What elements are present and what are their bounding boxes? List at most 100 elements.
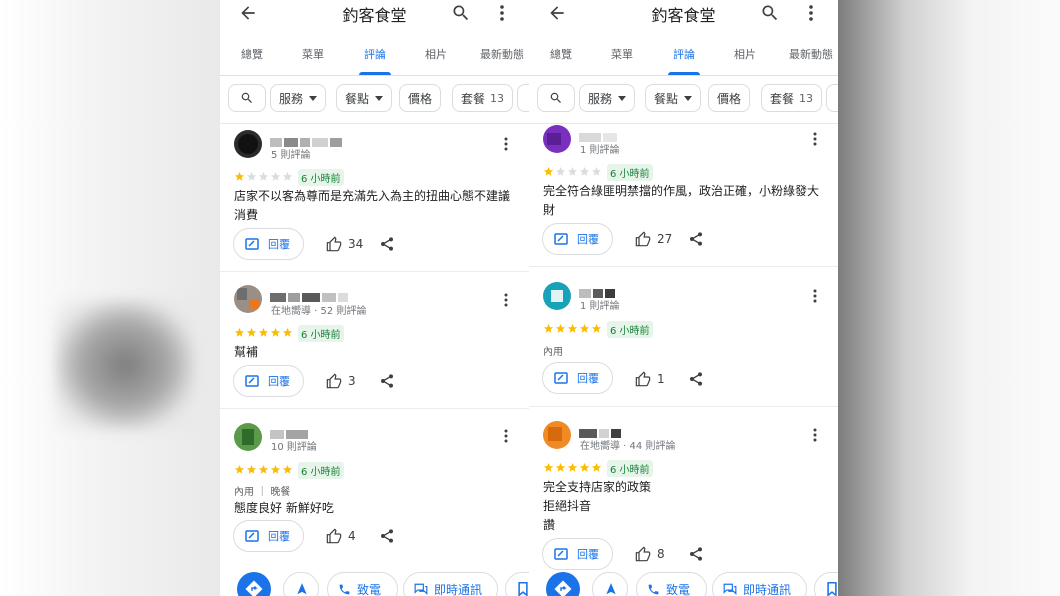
- review-time: 6 小時前: [298, 325, 344, 342]
- like-count: 8: [657, 547, 665, 561]
- chip-set-meal[interactable]: 套餐 13: [452, 84, 514, 112]
- like-button[interactable]: 1: [635, 369, 665, 389]
- reviewer-name-blurred[interactable]: [270, 132, 344, 147]
- star-empty-icon: [567, 166, 578, 176]
- tab-photos[interactable]: 相片: [734, 46, 756, 62]
- like-button[interactable]: 34: [326, 234, 363, 254]
- bottom-action-bar: 致電 即時通訊: [220, 562, 529, 596]
- avatar[interactable]: [543, 282, 571, 310]
- search-reviews-chip[interactable]: [537, 84, 575, 112]
- reply-label: 回覆: [577, 548, 599, 561]
- reviewer-name-blurred[interactable]: [579, 127, 619, 142]
- share-icon[interactable]: [379, 373, 395, 389]
- tab-bar: 總覽 菜單 評論 相片 最新動態: [220, 38, 529, 76]
- star-filled-icon: [246, 327, 257, 337]
- like-button[interactable]: 8: [635, 544, 665, 564]
- chip-more[interactable]: [517, 84, 529, 112]
- reply-button[interactable]: 回覆: [542, 362, 613, 394]
- tab-reviews[interactable]: 評論: [364, 46, 386, 62]
- star-filled-icon: [591, 323, 602, 333]
- tab-photos[interactable]: 相片: [425, 46, 447, 62]
- chip-price[interactable]: 價格: [399, 84, 442, 112]
- more-vert-icon[interactable]: [503, 136, 509, 152]
- chip-price[interactable]: 價格: [708, 84, 751, 112]
- chip-more[interactable]: [826, 84, 838, 112]
- share-icon[interactable]: [688, 546, 704, 562]
- avatar[interactable]: [543, 421, 571, 449]
- divider: [529, 266, 838, 267]
- like-button[interactable]: 27: [635, 229, 672, 249]
- avatar[interactable]: [543, 125, 571, 153]
- tab-reviews[interactable]: 評論: [673, 46, 695, 62]
- reviewer-meta: 在地嚮導 · 44 則評論: [580, 441, 676, 452]
- tab-updates[interactable]: 最新動態: [480, 46, 524, 62]
- chat-icon: [723, 583, 737, 595]
- reviewer-meta: 1 則評論: [580, 145, 620, 156]
- tab-menu[interactable]: 菜單: [611, 46, 633, 62]
- share-icon[interactable]: [688, 231, 704, 247]
- navigate-button[interactable]: [592, 572, 628, 596]
- reviewer-name-blurred[interactable]: [579, 283, 617, 298]
- tab-overview[interactable]: 總覽: [550, 46, 572, 62]
- reply-button[interactable]: 回覆: [233, 520, 304, 552]
- chip-services[interactable]: 服務: [270, 84, 327, 112]
- like-count: 34: [348, 237, 364, 251]
- chip-services[interactable]: 服務: [579, 84, 636, 112]
- chip-meals[interactable]: 餐點: [645, 84, 702, 112]
- chip-set-meal[interactable]: 套餐 13: [761, 84, 823, 112]
- review-time: 6 小時前: [607, 321, 653, 338]
- share-icon[interactable]: [688, 371, 704, 387]
- review-time: 6 小時前: [298, 462, 344, 479]
- screenshot-right: 釣客食堂 總覽 菜單 評論 相片 最新動態 服務 餐點 價格 套餐 13 1 則評…: [529, 0, 838, 596]
- review-text: 幫補: [234, 345, 259, 359]
- more-vert-icon[interactable]: [806, 3, 816, 23]
- more-vert-icon[interactable]: [812, 131, 818, 147]
- reviewer-name-blurred[interactable]: [270, 424, 310, 439]
- chat-button[interactable]: 即時通訊: [403, 572, 498, 596]
- reviewer-meta: 1 則評論: [580, 301, 620, 312]
- call-label: 致電: [666, 582, 691, 596]
- like-count: 1: [657, 372, 665, 386]
- star-empty-icon: [555, 166, 566, 176]
- directions-button[interactable]: [546, 572, 580, 596]
- reply-button[interactable]: 回覆: [233, 228, 304, 260]
- search-icon: [241, 92, 252, 103]
- more-vert-icon[interactable]: [497, 3, 507, 23]
- reviewer-name-blurred[interactable]: [579, 423, 623, 438]
- star-rating: [234, 464, 294, 476]
- more-vert-icon[interactable]: [812, 288, 818, 304]
- reply-button[interactable]: 回覆: [542, 223, 613, 255]
- navigate-button[interactable]: [283, 572, 319, 596]
- avatar[interactable]: [234, 285, 262, 313]
- share-icon[interactable]: [379, 236, 395, 252]
- more-vert-icon[interactable]: [503, 428, 509, 444]
- tab-overview[interactable]: 總覽: [241, 46, 263, 62]
- divider: [220, 123, 529, 124]
- like-button[interactable]: 4: [326, 526, 356, 546]
- reviewer-meta: 10 則評論: [271, 442, 317, 453]
- save-button[interactable]: [505, 572, 529, 596]
- search-icon[interactable]: [451, 3, 471, 23]
- tab-updates[interactable]: 最新動態: [789, 46, 833, 62]
- more-vert-icon[interactable]: [503, 292, 509, 308]
- chip-meals[interactable]: 餐點: [336, 84, 393, 112]
- star-filled-icon: [543, 166, 554, 176]
- search-icon[interactable]: [760, 3, 780, 23]
- chat-button[interactable]: 即時通訊: [712, 572, 807, 596]
- tab-menu[interactable]: 菜單: [302, 46, 324, 62]
- star-filled-icon: [234, 171, 245, 181]
- reviewer-name-blurred[interactable]: [270, 287, 350, 302]
- save-button[interactable]: [814, 572, 838, 596]
- call-button[interactable]: 致電: [636, 572, 707, 596]
- reply-button[interactable]: 回覆: [233, 365, 304, 397]
- call-button[interactable]: 致電: [327, 572, 398, 596]
- more-vert-icon[interactable]: [812, 427, 818, 443]
- active-tab-indicator: [359, 72, 391, 75]
- avatar[interactable]: [234, 130, 262, 158]
- share-icon[interactable]: [379, 528, 395, 544]
- avatar[interactable]: [234, 423, 262, 451]
- like-button[interactable]: 3: [326, 371, 356, 391]
- star-filled-icon: [258, 464, 269, 474]
- directions-button[interactable]: [237, 572, 271, 596]
- search-reviews-chip[interactable]: [228, 84, 266, 112]
